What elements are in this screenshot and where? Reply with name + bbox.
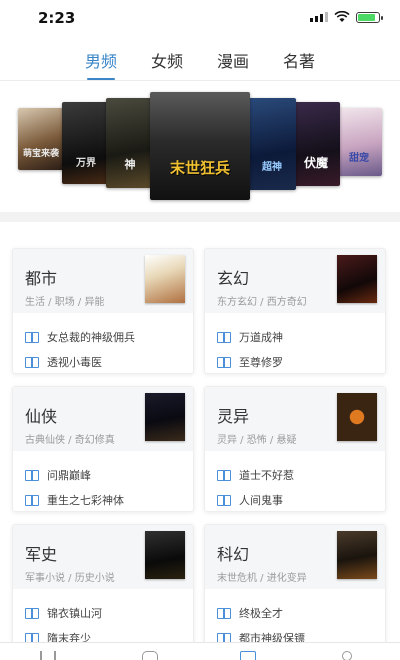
book-link[interactable]: 人间鬼事 — [217, 492, 283, 508]
category-card-military-history[interactable]: 军史 军事小说 / 历史小说 锦衣镇山河 隋末弃少 — [12, 524, 194, 650]
category-thumbnail — [145, 531, 185, 579]
channel-tabs: 男频 女频 漫画 名著 — [0, 42, 400, 80]
book-title: 终极全才 — [239, 607, 283, 620]
book-link[interactable]: 透视小毒医 — [25, 354, 102, 370]
book-title: 重生之七彩神体 — [47, 494, 124, 507]
category-name: 仙侠 — [25, 407, 58, 426]
bookshelf-icon[interactable] — [40, 651, 56, 660]
book-title: 透视小毒医 — [47, 356, 102, 369]
book-cover[interactable]: 伏魔 — [292, 102, 340, 186]
book-title: 至尊修罗 — [239, 356, 283, 369]
book-cover-title: 甜宠 — [349, 152, 369, 164]
category-thumbnail — [145, 393, 185, 441]
book-title: 万道成神 — [239, 331, 283, 344]
signal-icon — [310, 12, 328, 22]
category-card-fantasy[interactable]: 玄幻 东方玄幻 / 西方奇幻 万道成神 至尊修罗 — [204, 248, 386, 374]
book-cover-featured[interactable]: 末世狂兵 — [150, 92, 250, 200]
category-card-header: 玄幻 东方玄幻 / 西方奇幻 — [205, 249, 385, 313]
book-cover[interactable]: 甜宠 — [336, 108, 382, 176]
category-name: 都市 — [25, 269, 58, 288]
category-tags: 军事小说 / 历史小说 — [25, 573, 115, 584]
category-card-scifi[interactable]: 科幻 末世危机 / 进化变异 终极全才 都市神级保镖 — [204, 524, 386, 650]
book-link[interactable]: 问鼎巅峰 — [25, 467, 91, 483]
category-card-header: 军史 军事小说 / 历史小说 — [13, 525, 193, 589]
category-tags: 东方玄幻 / 西方奇幻 — [217, 297, 307, 308]
category-tags: 灵异 / 恐怖 / 悬疑 — [217, 435, 297, 446]
open-book-icon — [217, 495, 231, 506]
category-thumbnail — [337, 531, 377, 579]
user-icon[interactable] — [342, 651, 352, 660]
tab-male[interactable]: 男频 — [85, 42, 117, 80]
book-cover[interactable]: 神 — [106, 98, 154, 188]
wifi-icon — [334, 11, 350, 22]
category-name: 科幻 — [217, 545, 250, 564]
status-icons — [310, 11, 383, 23]
book-link[interactable]: 女总裁的神级佣兵 — [25, 329, 135, 345]
book-link[interactable]: 重生之七彩神体 — [25, 492, 124, 508]
category-name: 灵异 — [217, 407, 250, 426]
open-book-icon — [217, 357, 231, 368]
book-cover[interactable]: 万界 — [62, 102, 110, 184]
open-book-icon — [25, 495, 39, 506]
book-link[interactable]: 道士不好惹 — [217, 467, 294, 483]
open-book-icon — [25, 470, 39, 481]
category-thumbnail — [145, 255, 185, 303]
tab-classics[interactable]: 名著 — [283, 42, 315, 80]
tab-comics[interactable]: 漫画 — [217, 42, 249, 80]
book-cover[interactable]: 超神 — [248, 98, 296, 190]
bottom-nav — [0, 642, 400, 660]
tabs-divider — [0, 80, 400, 81]
category-card-header: 灵异 灵异 / 恐怖 / 悬疑 — [205, 387, 385, 451]
open-book-icon — [25, 332, 39, 343]
book-title: 女总裁的神级佣兵 — [47, 331, 135, 344]
battery-icon — [356, 11, 383, 23]
category-card-supernatural[interactable]: 灵异 灵异 / 恐怖 / 悬疑 道士不好惹 人间鬼事 — [204, 386, 386, 512]
category-icon[interactable] — [240, 651, 256, 660]
book-cover[interactable]: 萌宝来袭 — [18, 108, 64, 170]
book-link[interactable]: 至尊修罗 — [217, 354, 283, 370]
category-name: 玄幻 — [217, 269, 250, 288]
book-title: 人间鬼事 — [239, 494, 283, 507]
category-tags: 末世危机 / 进化变异 — [217, 573, 307, 584]
category-card-urban[interactable]: 都市 生活 / 职场 / 异能 女总裁的神级佣兵 透视小毒医 — [12, 248, 194, 374]
book-link[interactable]: 万道成神 — [217, 329, 283, 345]
status-time: 2:23 — [38, 9, 76, 27]
book-cover-title: 伏魔 — [303, 155, 328, 170]
category-card-header: 仙侠 古典仙侠 / 奇幻修真 — [13, 387, 193, 451]
book-cover-title: 超神 — [262, 162, 282, 174]
book-title: 道士不好惹 — [239, 469, 294, 482]
book-cover-carousel[interactable]: 萌宝来袭 万界 神 末世狂兵 超神 伏魔 甜宠 — [0, 88, 400, 208]
category-card-header: 科幻 末世危机 / 进化变异 — [205, 525, 385, 589]
category-thumbnail — [337, 255, 377, 303]
category-thumbnail — [337, 393, 377, 441]
category-tags: 生活 / 职场 / 异能 — [25, 297, 105, 308]
category-card-header: 都市 生活 / 职场 / 异能 — [13, 249, 193, 313]
book-link[interactable]: 锦衣镇山河 — [25, 605, 102, 621]
book-link[interactable]: 终极全才 — [217, 605, 283, 621]
category-name: 军史 — [25, 545, 58, 564]
book-title: 锦衣镇山河 — [47, 607, 102, 620]
tab-female[interactable]: 女频 — [151, 42, 183, 80]
status-bar: 2:23 — [0, 0, 400, 34]
book-cover-title: 萌宝来袭 — [22, 148, 59, 159]
section-divider — [0, 212, 400, 222]
open-book-icon — [217, 470, 231, 481]
open-book-icon — [25, 357, 39, 368]
category-tags: 古典仙侠 / 奇幻修真 — [25, 435, 115, 446]
open-book-icon — [217, 608, 231, 619]
book-cover-title: 神 — [124, 157, 136, 171]
chat-icon[interactable] — [142, 651, 158, 660]
open-book-icon — [217, 332, 231, 343]
category-card-xianxia[interactable]: 仙侠 古典仙侠 / 奇幻修真 问鼎巅峰 重生之七彩神体 — [12, 386, 194, 512]
open-book-icon — [25, 608, 39, 619]
book-title: 问鼎巅峰 — [47, 469, 91, 482]
book-cover-title: 末世狂兵 — [169, 159, 230, 177]
book-cover-title: 万界 — [76, 158, 96, 170]
